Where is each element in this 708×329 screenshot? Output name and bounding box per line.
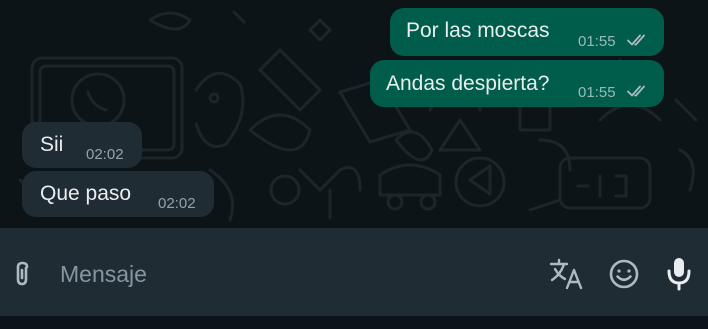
message-bubble-outgoing[interactable]: Por las moscas 01:55 [390, 8, 664, 56]
message-text: Que paso [40, 182, 132, 205]
message-input[interactable] [58, 254, 532, 294]
translate-icon[interactable] [549, 258, 585, 290]
message-text: Por las moscas [406, 19, 550, 42]
message-time: 02:02 [86, 146, 124, 163]
message-text: Andas despierta? [386, 72, 550, 95]
message-bubble-incoming[interactable]: Que paso 02:02 [22, 171, 214, 217]
message-composer [0, 228, 708, 316]
message-bubble-incoming[interactable]: Sii 02:02 [22, 122, 142, 168]
message-time: 01:55 [578, 33, 616, 50]
bottom-strip [0, 316, 708, 329]
chat-screen: Por las moscas 01:55 Andas despierta? 01… [0, 0, 708, 329]
message-bubble-outgoing[interactable]: Andas despierta? 01:55 [370, 60, 664, 107]
read-receipt-icon [627, 34, 645, 46]
attach-icon[interactable] [9, 259, 37, 289]
emoji-icon[interactable] [608, 258, 640, 290]
microphone-icon[interactable] [664, 256, 694, 292]
read-receipt-icon [627, 85, 645, 97]
message-time: 02:02 [158, 195, 196, 212]
message-text: Sii [40, 133, 64, 156]
message-time: 01:55 [578, 84, 616, 101]
